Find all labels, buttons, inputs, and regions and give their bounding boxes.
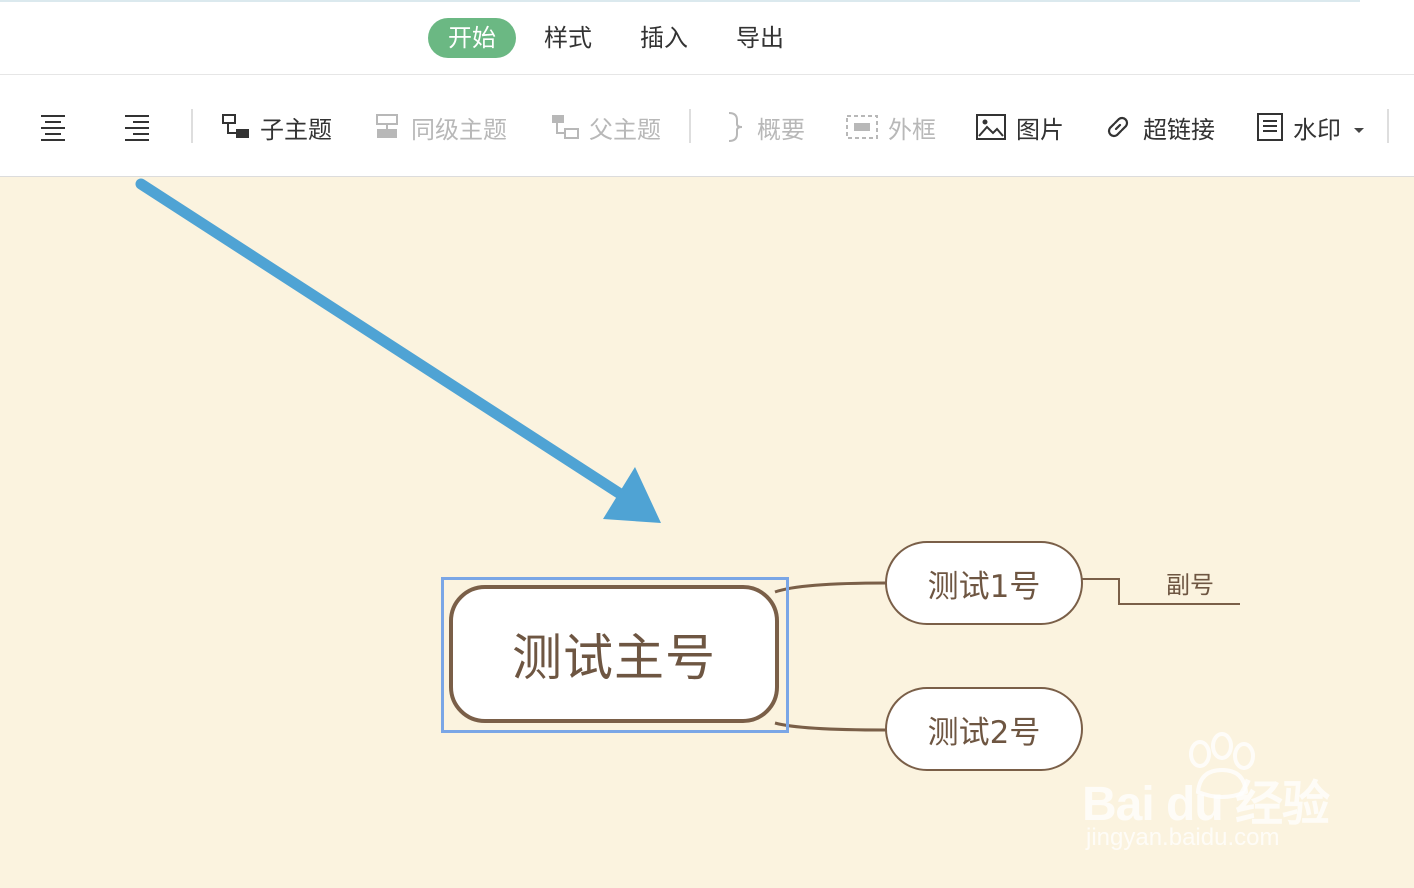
menu-bar: 开始 样式 插入 导出 [0, 0, 1414, 75]
tab-style[interactable]: 样式 [540, 18, 596, 58]
toolbar-divider [1387, 109, 1389, 143]
align-right-button[interactable] [124, 109, 160, 145]
watermark-button[interactable]: 水印 [1257, 109, 1365, 145]
baidu-watermark: Bai du 经验 jingyan.baidu.com [1082, 732, 1342, 862]
watermark-url: jingyan.baidu.com [1086, 824, 1280, 851]
child-topic-node[interactable]: 测试2号 [885, 687, 1083, 771]
parent-topic-icon [551, 114, 579, 140]
annotation-arrow [135, 178, 661, 523]
connector-line [774, 581, 887, 594]
sibling-topic-button[interactable]: 同级主题 [375, 109, 507, 145]
frame-button[interactable]: 外框 [846, 109, 936, 145]
connector-line [774, 721, 887, 732]
chevron-down-icon[interactable] [1353, 113, 1365, 141]
child-topic-icon [222, 114, 250, 140]
align-center-button[interactable] [40, 109, 76, 145]
tab-export[interactable]: 导出 [732, 18, 788, 58]
tab-insert[interactable]: 插入 [636, 18, 692, 58]
frame-label: 外框 [888, 115, 936, 144]
brace-icon [725, 112, 747, 142]
toolbar: 子主题 同级主题 父主题 概要 外框 图片 超链接 水印 [0, 75, 1414, 177]
frame-icon [846, 115, 878, 139]
root-topic-node[interactable]: 测试主号 [449, 585, 779, 723]
parent-topic-button[interactable]: 父主题 [551, 109, 661, 145]
leaf-topic-node[interactable]: 副号 [1140, 565, 1240, 605]
toolbar-divider [689, 109, 691, 143]
summary-label: 概要 [757, 115, 805, 144]
align-center-icon [40, 113, 66, 141]
image-icon [976, 114, 1006, 140]
sibling-topic-label: 同级主题 [411, 115, 507, 144]
hyperlink-button[interactable]: 超链接 [1103, 109, 1215, 145]
link-icon [1103, 112, 1133, 142]
tab-start[interactable]: 开始 [428, 18, 516, 58]
watermark-label: 水印 [1293, 115, 1341, 144]
align-right-icon [124, 113, 150, 141]
sibling-topic-icon [375, 114, 401, 140]
toolbar-divider [191, 109, 193, 143]
child-topic-label: 子主题 [260, 115, 332, 144]
summary-button[interactable]: 概要 [725, 109, 805, 145]
child-topic-node[interactable]: 测试1号 [885, 541, 1083, 625]
image-label: 图片 [1016, 115, 1064, 144]
child-topic-button[interactable]: 子主题 [222, 109, 332, 145]
hyperlink-label: 超链接 [1143, 115, 1215, 144]
mindmap-canvas[interactable]: 测试主号 测试1号 测试2号 副号 Bai du 经验 jingyan.baid… [0, 177, 1414, 888]
top-accent-line [0, 0, 1360, 2]
parent-topic-label: 父主题 [589, 115, 661, 144]
image-button[interactable]: 图片 [976, 109, 1064, 145]
watermark-icon [1257, 113, 1283, 141]
